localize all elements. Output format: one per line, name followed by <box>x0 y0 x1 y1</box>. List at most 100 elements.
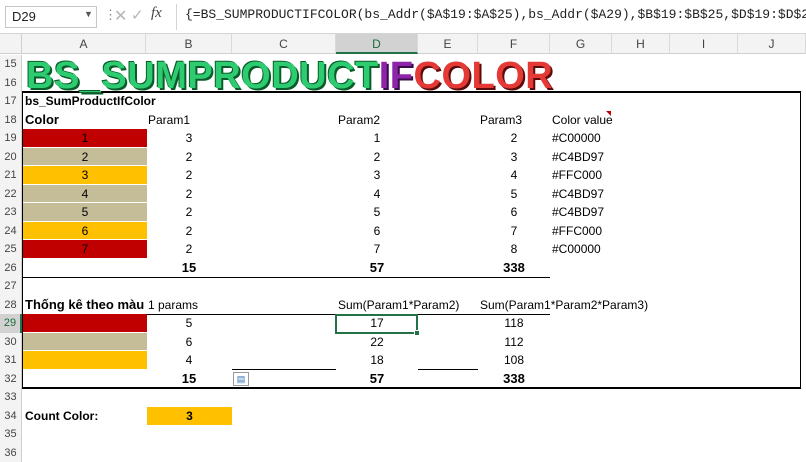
column-header-i[interactable]: I <box>670 34 738 54</box>
row-header[interactable]: 31 <box>0 351 22 370</box>
insert-function-icon[interactable]: fx <box>151 5 162 22</box>
color-cell[interactable]: 2 <box>23 148 147 167</box>
column-header-b[interactable]: B <box>146 34 232 54</box>
column-header-c[interactable]: C <box>232 34 336 54</box>
color-value-cell[interactable]: #FFC000 <box>552 222 614 241</box>
color-swatch-cell[interactable] <box>23 351 147 370</box>
row-header[interactable]: 35 <box>0 425 22 444</box>
row-header[interactable]: 18 <box>0 111 22 130</box>
total-param1[interactable]: 15 <box>146 259 232 278</box>
sum123-cell[interactable]: 108 <box>478 351 550 370</box>
header-param3[interactable]: Param3 <box>480 111 522 130</box>
comment-indicator-icon[interactable] <box>606 111 611 116</box>
fill-handle[interactable] <box>414 330 420 336</box>
row-header[interactable]: 30 <box>0 333 22 352</box>
param3-cell[interactable]: 8 <box>478 240 550 259</box>
sum123-cell[interactable]: 112 <box>478 333 550 352</box>
color-swatch-cell[interactable] <box>23 314 147 333</box>
section2-header-params[interactable]: 1 params <box>148 296 198 315</box>
header-param1[interactable]: Param1 <box>148 111 190 130</box>
param1-cell[interactable]: 2 <box>146 148 232 167</box>
selected-cell-d29[interactable] <box>335 314 418 334</box>
param3-cell[interactable]: 3 <box>478 148 550 167</box>
row-header[interactable]: 22 <box>0 185 22 204</box>
param3-cell[interactable]: 4 <box>478 166 550 185</box>
color-cell[interactable]: 5 <box>23 203 147 222</box>
section2-header-sum12[interactable]: Sum(Param1*Param2) <box>338 296 459 315</box>
sum123-cell[interactable]: 118 <box>478 314 550 333</box>
color-value-cell[interactable]: #FFC000 <box>552 166 614 185</box>
row-header[interactable]: 26 <box>0 259 22 278</box>
sum12-cell[interactable]: 22 <box>336 333 418 352</box>
row-header[interactable]: 16 <box>0 74 22 93</box>
header-param2[interactable]: Param2 <box>338 111 380 130</box>
color-value-cell[interactable]: #C00000 <box>552 240 614 259</box>
color-cell[interactable]: 7 <box>23 240 147 259</box>
row-header[interactable]: 17 <box>0 92 22 111</box>
section2-total-sum12[interactable]: 57 <box>336 370 418 389</box>
row-header[interactable]: 34 <box>0 407 22 426</box>
column-header-e[interactable]: E <box>418 34 478 54</box>
column-header-f[interactable]: F <box>478 34 550 54</box>
color-swatch-cell[interactable] <box>23 333 147 352</box>
param1-cell[interactable]: 2 <box>146 203 232 222</box>
param2-cell[interactable]: 2 <box>336 148 418 167</box>
color-cell[interactable]: 6 <box>23 222 147 241</box>
row-header[interactable]: 23 <box>0 203 22 222</box>
total-param3[interactable]: 338 <box>478 259 550 278</box>
row-header[interactable]: 15 <box>0 55 22 74</box>
param2-cell[interactable]: 3 <box>336 166 418 185</box>
total-param2[interactable]: 57 <box>336 259 418 278</box>
column-header-g[interactable]: G <box>550 34 612 54</box>
section2-header-stats[interactable]: Thống kê theo màu <box>25 296 144 315</box>
color-value-cell[interactable]: #C4BD97 <box>552 203 614 222</box>
header-color-value[interactable]: Color value <box>552 111 613 130</box>
param2-cell[interactable]: 4 <box>336 185 418 204</box>
row-header[interactable]: 32 <box>0 370 22 389</box>
row-header[interactable]: 36 <box>0 444 22 462</box>
param1-cell[interactable]: 2 <box>146 185 232 204</box>
row-header[interactable]: 21 <box>0 166 22 185</box>
param2-cell[interactable]: 5 <box>336 203 418 222</box>
param2-cell[interactable]: 6 <box>336 222 418 241</box>
section2-total-params[interactable]: 15 <box>146 370 232 389</box>
color-value-cell[interactable]: #C4BD97 <box>552 148 614 167</box>
quick-analysis-icon[interactable]: ▤ <box>233 372 249 386</box>
color-cell[interactable]: 4 <box>23 185 147 204</box>
column-header-h[interactable]: H <box>612 34 670 54</box>
row-header[interactable]: 27 <box>0 277 22 296</box>
row-header[interactable]: 20 <box>0 148 22 167</box>
formula-input[interactable]: {=BS_SUMPRODUCTIFCOLOR(bs_Addr($A$19:$A$… <box>185 7 806 22</box>
param1-cell[interactable]: 2 <box>146 240 232 259</box>
enter-icon[interactable]: ✓ <box>131 6 144 24</box>
row-header[interactable]: 33 <box>0 388 22 407</box>
row-header[interactable]: 24 <box>0 222 22 241</box>
row-header[interactable]: 29 <box>0 314 22 333</box>
param1-cell[interactable]: 3 <box>146 129 232 148</box>
params-count-cell[interactable]: 4 <box>146 351 232 370</box>
column-header-d[interactable]: D <box>336 34 418 54</box>
section2-total-sum123[interactable]: 338 <box>478 370 550 389</box>
count-color-value[interactable]: 3 <box>147 407 232 426</box>
param2-cell[interactable]: 7 <box>336 240 418 259</box>
cancel-icon[interactable]: ✕ <box>114 6 127 26</box>
color-cell[interactable]: 1 <box>23 129 147 148</box>
param3-cell[interactable]: 2 <box>478 129 550 148</box>
param3-cell[interactable]: 7 <box>478 222 550 241</box>
header-color[interactable]: Color <box>25 111 59 130</box>
color-cell[interactable]: 3 <box>23 166 147 185</box>
column-header-j[interactable]: J <box>738 34 806 54</box>
param1-cell[interactable]: 2 <box>146 166 232 185</box>
row-header[interactable]: 28 <box>0 296 22 315</box>
params-count-cell[interactable]: 5 <box>146 314 232 333</box>
section2-header-sum123[interactable]: Sum(Param1*Param2*Param3) <box>480 296 648 315</box>
row-header[interactable]: 25 <box>0 240 22 259</box>
sum12-cell[interactable]: 18 <box>336 351 418 370</box>
param2-cell[interactable]: 1 <box>336 129 418 148</box>
param3-cell[interactable]: 5 <box>478 185 550 204</box>
color-value-cell[interactable]: #C4BD97 <box>552 185 614 204</box>
param1-cell[interactable]: 2 <box>146 222 232 241</box>
select-all-corner[interactable] <box>0 34 22 54</box>
params-count-cell[interactable]: 6 <box>146 333 232 352</box>
color-value-cell[interactable]: #C00000 <box>552 129 614 148</box>
